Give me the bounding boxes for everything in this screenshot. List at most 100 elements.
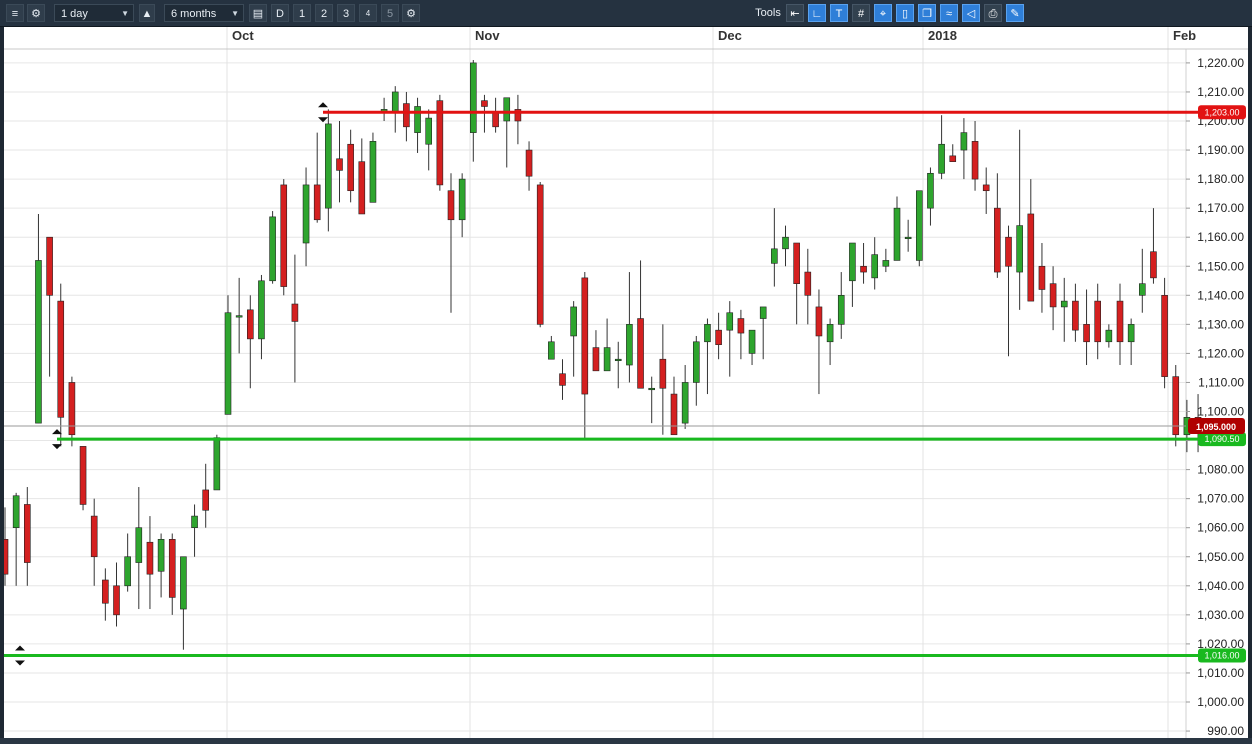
- layers-icon[interactable]: ❐: [918, 4, 936, 22]
- candle-body: [614, 358, 622, 362]
- candle-body: [960, 132, 968, 151]
- candle-body: [481, 100, 488, 107]
- candle-body: [626, 324, 633, 366]
- candle-body: [414, 106, 421, 133]
- candle-body: [1127, 324, 1135, 343]
- date-label-nov: Nov: [475, 28, 500, 43]
- candle-body: [748, 329, 756, 354]
- candle-body: [581, 277, 589, 395]
- price-tick-label: 1,100.00: [1197, 405, 1244, 419]
- chart-toolbar: ≡ ⚙ 1 day ▼ ▲ 6 months ▼ ▤ D 1 2 3 4 5 ⚙…: [0, 0, 1252, 27]
- shape-icon[interactable]: ◁: [962, 4, 980, 22]
- undo-icon[interactable]: ⇤: [786, 4, 804, 22]
- price-tick-label: 1,010.00: [1197, 666, 1244, 680]
- candle-body: [124, 556, 131, 587]
- candle-body: [1139, 283, 1146, 296]
- line-icon[interactable]: ∟: [808, 4, 826, 22]
- price-tick-label: 1,030.00: [1197, 608, 1244, 622]
- candle-body: [12, 495, 20, 528]
- crosshair-icon[interactable]: ⌖: [874, 4, 892, 22]
- candle-body: [815, 306, 823, 337]
- interval-select-value: 1 day: [61, 8, 88, 20]
- price-tick-label: 1,000.00: [1197, 695, 1244, 709]
- candle-body: [782, 236, 789, 250]
- level-price-tag-text: 1,090.50: [1204, 434, 1239, 444]
- candle-body: [681, 382, 689, 424]
- indicator-icon[interactable]: ≈: [940, 4, 958, 22]
- price-tick-label: 1,050.00: [1197, 550, 1244, 564]
- menu-icon[interactable]: ≡: [6, 4, 24, 22]
- candle-body: [692, 341, 700, 383]
- date-label-feb: Feb: [1173, 28, 1196, 43]
- candle-body: [915, 190, 923, 261]
- candle-body: [536, 184, 544, 325]
- interval-select[interactable]: 1 day ▼: [54, 4, 134, 22]
- lock-icon[interactable]: ▲: [139, 4, 155, 22]
- grid-icon[interactable]: #: [852, 4, 870, 22]
- chevron-down-icon: ▼: [231, 9, 239, 18]
- layout-button-2[interactable]: 2: [315, 4, 333, 22]
- layout-button-3[interactable]: 3: [337, 4, 355, 22]
- range-select-value: 6 months: [171, 8, 217, 20]
- candle-body: [938, 143, 945, 174]
- layout-button-5[interactable]: 5: [381, 4, 399, 22]
- candle-body: [927, 172, 934, 209]
- price-tick-label: 1,130.00: [1197, 317, 1244, 331]
- candle-body: [113, 585, 120, 616]
- candle-body: [1094, 300, 1101, 343]
- date-label-oct: Oct: [232, 28, 254, 43]
- candle-body: [447, 190, 455, 221]
- layout-button-4[interactable]: 4: [359, 4, 377, 22]
- candle-body: [893, 207, 901, 261]
- candle-body: [102, 579, 109, 604]
- price-tick-label: 1,220.00: [1197, 56, 1244, 70]
- price-tick-label: 1,070.00: [1197, 492, 1244, 506]
- candle-body: [191, 515, 198, 529]
- candle-body: [1161, 294, 1168, 377]
- settings-icon[interactable]: ⚙: [402, 4, 420, 22]
- price-chart[interactable]: Oct Nov Dec 2018 Feb 990.00 1,000.00 1,010…: [0, 0, 1252, 744]
- candle-body: [982, 184, 990, 192]
- candle-body: [503, 97, 511, 122]
- candle-body: [637, 318, 644, 389]
- candle-body: [135, 527, 143, 563]
- range-select[interactable]: 6 months ▼: [164, 4, 244, 22]
- price-tick-label: 1,180.00: [1197, 172, 1244, 186]
- candle-body: [391, 91, 399, 113]
- candle-body: [837, 294, 845, 325]
- candle-body: [313, 184, 321, 221]
- candle-body: [358, 161, 366, 215]
- print-icon[interactable]: ⎙: [984, 4, 1002, 22]
- candle-body: [971, 141, 979, 180]
- candle-body: [146, 541, 154, 575]
- candle-icon[interactable]: ▯: [896, 4, 914, 22]
- candle-body: [1016, 225, 1023, 273]
- candle-body: [469, 62, 477, 133]
- text-icon[interactable]: T: [830, 4, 848, 22]
- candle-body: [403, 103, 410, 128]
- candle-body: [90, 515, 98, 558]
- price-tick-label: 1,160.00: [1197, 230, 1244, 244]
- candle-body: [269, 216, 276, 282]
- candle-body: [559, 373, 566, 386]
- layout-button-d[interactable]: D: [271, 4, 289, 22]
- bottom-scrollbar[interactable]: [0, 738, 1252, 744]
- gear-icon[interactable]: ⚙: [27, 4, 45, 22]
- candle-body: [759, 306, 767, 319]
- candle-body: [659, 358, 667, 389]
- calendar-icon[interactable]: ▤: [249, 4, 267, 22]
- layout-button-1[interactable]: 1: [293, 4, 311, 22]
- candle-body: [35, 260, 42, 424]
- candle-body: [804, 271, 812, 296]
- candle-body: [994, 207, 1001, 273]
- candle-body: [1027, 213, 1035, 302]
- candle-body: [1083, 324, 1090, 343]
- candle-body: [291, 303, 299, 322]
- chevron-down-icon: ▼: [121, 9, 129, 18]
- last-price-tag-text: 1,095.000: [1196, 422, 1236, 432]
- candle-body: [949, 155, 957, 162]
- candle-body: [1116, 300, 1124, 343]
- candle-body: [603, 347, 611, 372]
- settings-tools-icon[interactable]: ✎: [1006, 4, 1024, 22]
- candle-body: [458, 178, 466, 221]
